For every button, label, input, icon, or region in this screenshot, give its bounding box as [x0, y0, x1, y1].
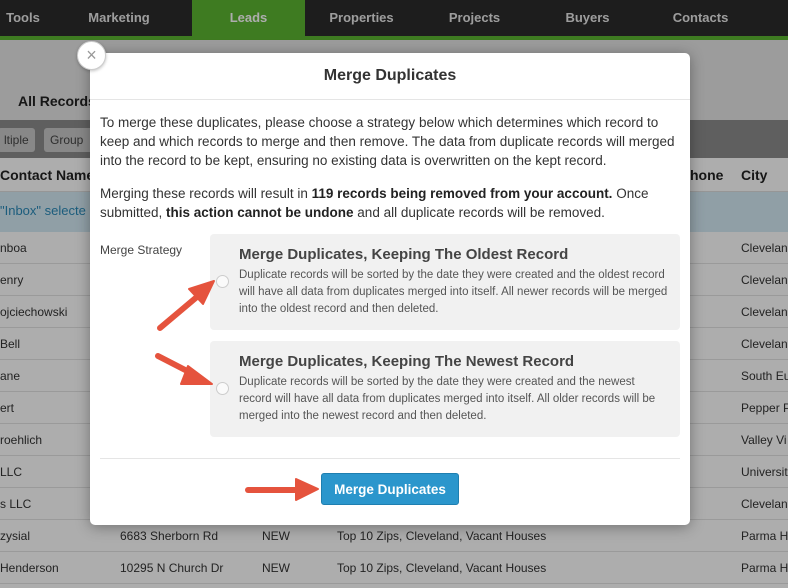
- arrow-to-merge-button-icon: [245, 478, 319, 501]
- arrow-to-oldest-option-icon: [157, 280, 215, 331]
- annotation-arrows: [155, 280, 319, 501]
- arrow-to-newest-option-icon: [155, 353, 213, 385]
